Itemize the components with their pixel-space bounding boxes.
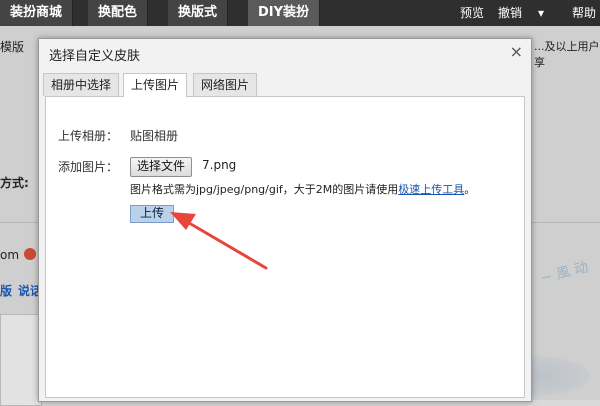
dialog-title: 选择自定义皮肤: [49, 49, 141, 64]
preview-button[interactable]: 预览: [460, 0, 484, 26]
brush-text: ~ 風 动: [539, 259, 591, 287]
album-label: 上传相册：: [58, 129, 119, 143]
notice-text: ...及以上用户享: [534, 40, 600, 69]
tab-layout[interactable]: 换版式: [168, 0, 229, 26]
close-icon[interactable]: ×: [510, 42, 523, 61]
logo-icon: [24, 248, 36, 260]
fast-upload-tool-link[interactable]: 极速上传工具: [398, 183, 464, 196]
bottom-link-a: 版: [0, 284, 13, 298]
undo-button[interactable]: 撤销: [498, 0, 522, 26]
tab-upload-image[interactable]: 上传图片: [123, 73, 188, 97]
upload-button[interactable]: 上传: [130, 205, 174, 223]
tab-diy-decor[interactable]: DIY装扮: [248, 0, 321, 26]
top-toolbar: 装扮商城 换配色 换版式 DIY装扮 预览 撤销 ▾ 帮助: [0, 0, 600, 26]
om-text: om: [0, 248, 20, 262]
add-image-label: 添加图片：: [58, 160, 119, 174]
hint-end: 。: [464, 183, 476, 196]
tab-web-image[interactable]: 网络图片: [193, 73, 258, 96]
format-hint: 图片格式需为jpg/jpeg/png/gif，大于2M的图片请使用极速上传工具。: [130, 181, 475, 197]
chevron-down-icon[interactable]: ▾: [538, 0, 544, 26]
custom-skin-dialog: 选择自定义皮肤 × 相册中选择 上传图片 网络图片 上传相册： 贴图相册 添加图…: [38, 38, 532, 402]
template-label: 模版: [0, 40, 25, 54]
file-name: 7.png: [202, 158, 237, 172]
method-label: 方式:: [0, 176, 29, 190]
tab-color-scheme[interactable]: 换配色: [88, 0, 149, 26]
upload-panel: 上传相册： 贴图相册 添加图片： 选择文件 7.png 图片格式需为jpg/jp…: [45, 96, 525, 398]
background-panel: [0, 314, 42, 406]
help-button[interactable]: 帮助: [572, 0, 596, 26]
tab-album-select[interactable]: 相册中选择: [43, 73, 120, 96]
tab-decor-mall[interactable]: 装扮商城: [0, 0, 74, 26]
hint-text: 图片格式需为jpg/jpeg/png/gif，大于2M的图片请使用: [130, 183, 399, 196]
album-value: 贴图相册: [130, 129, 179, 143]
choose-file-button[interactable]: 选择文件: [130, 157, 193, 177]
